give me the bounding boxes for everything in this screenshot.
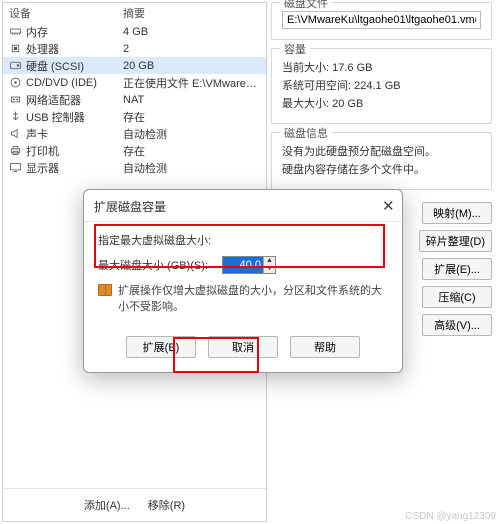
- hardware-label: 处理器: [26, 41, 59, 57]
- hardware-label: 硬盘 (SCSI): [26, 58, 84, 74]
- capacity-title: 容量: [280, 41, 310, 57]
- hardware-value: NAT: [123, 94, 260, 106]
- printer-icon: [9, 144, 22, 157]
- hardware-row[interactable]: USB 控制器 存在: [3, 108, 266, 125]
- hardware-value: 正在使用文件 E:\VMwareKu\Ce...: [123, 75, 260, 91]
- dialog-help-button[interactable]: 帮助: [290, 336, 360, 358]
- add-hardware-button[interactable]: 添加(A)...: [78, 495, 136, 515]
- dialog-close-button[interactable]: ✕: [376, 199, 392, 215]
- diskfile-path-field: [282, 11, 481, 29]
- dialog-expand-button[interactable]: 扩展(E): [126, 336, 196, 358]
- compact-button[interactable]: 压缩(C): [422, 286, 492, 308]
- hardware-row[interactable]: CD/DVD (IDE) 正在使用文件 E:\VMwareKu\Ce...: [3, 74, 266, 91]
- usb-icon: [9, 110, 22, 123]
- hardware-label: 内存: [26, 24, 48, 40]
- diskinfo-title: 磁盘信息: [280, 125, 332, 141]
- hardware-label: USB 控制器: [26, 109, 85, 125]
- capacity-free: 系统可用空间: 224.1 GB: [282, 77, 481, 93]
- capacity-max: 最大大小: 20 GB: [282, 95, 481, 111]
- nic-icon: [9, 93, 22, 106]
- watermark-text: CSDN @yang12309: [405, 511, 496, 522]
- hardware-value: 自动检测: [123, 160, 260, 176]
- hardware-label: 显示器: [26, 160, 59, 176]
- hardware-row[interactable]: 打印机 存在: [3, 142, 266, 159]
- disk-icon: [9, 59, 22, 72]
- expand-button[interactable]: 扩展(E)...: [422, 258, 492, 280]
- dialog-hint: 扩展操作仅增大虚拟磁盘的大小，分区和文件系统的大小不受影响。: [118, 282, 388, 314]
- hardware-row[interactable]: 显示器 自动检测: [3, 159, 266, 176]
- advanced-button[interactable]: 高级(V)...: [422, 314, 492, 336]
- dialog-title: 扩展磁盘容量: [94, 198, 166, 215]
- dialog-instruction: 指定最大虚拟磁盘大小:: [98, 232, 388, 248]
- memory-icon: [9, 25, 22, 38]
- hardware-value: 自动检测: [123, 126, 260, 142]
- max-size-label: 最大磁盘大小 (GB)(S):: [98, 257, 218, 273]
- info-icon: [98, 284, 112, 296]
- display-icon: [9, 161, 22, 174]
- diskinfo-line1: 没有为此硬盘预分配磁盘空间。: [282, 143, 481, 159]
- spin-buttons[interactable]: ▲▼: [263, 257, 275, 273]
- dialog-cancel-button[interactable]: 取消: [208, 336, 278, 358]
- hardware-label: 打印机: [26, 143, 59, 159]
- hardware-label: CD/DVD (IDE): [26, 77, 97, 89]
- defrag-button[interactable]: 碎片整理(D): [419, 230, 492, 252]
- diskinfo-line2: 硬盘内容存储在多个文件中。: [282, 161, 481, 177]
- hardware-list-header: 设备 摘要: [3, 3, 266, 23]
- diskfile-title: 磁盘文件: [280, 0, 332, 11]
- hardware-row[interactable]: 硬盘 (SCSI) 20 GB: [3, 57, 266, 74]
- hardware-row[interactable]: 声卡 自动检测: [3, 125, 266, 142]
- hardware-row[interactable]: 内存 4 GB: [3, 23, 266, 40]
- expand-disk-dialog: 扩展磁盘容量 ✕ 指定最大虚拟磁盘大小: 最大磁盘大小 (GB)(S): ▲▼ …: [83, 189, 403, 373]
- capacity-current: 当前大小: 17.6 GB: [282, 59, 481, 75]
- hardware-row[interactable]: 网络适配器 NAT: [3, 91, 266, 108]
- capacity-group: 容量 当前大小: 17.6 GB 系统可用空间: 224.1 GB 最大大小: …: [271, 48, 492, 124]
- col-summary: 摘要: [123, 5, 145, 21]
- hardware-row[interactable]: 处理器 2: [3, 40, 266, 57]
- hardware-label: 声卡: [26, 126, 48, 142]
- cpu-icon: [9, 42, 22, 55]
- map-button[interactable]: 映射(M)...: [422, 202, 492, 224]
- hardware-value: 4 GB: [123, 26, 260, 38]
- hardware-value: 20 GB: [123, 60, 260, 72]
- hardware-label: 网络适配器: [26, 92, 81, 108]
- diskinfo-group: 磁盘信息 没有为此硬盘预分配磁盘空间。 硬盘内容存储在多个文件中。: [271, 132, 492, 190]
- cd-icon: [9, 76, 22, 89]
- hardware-value: 存在: [123, 109, 260, 125]
- hardware-list-footer: 添加(A)... 移除(R): [3, 488, 266, 521]
- diskfile-group: 磁盘文件: [271, 2, 492, 40]
- col-device: 设备: [9, 5, 123, 21]
- remove-hardware-button[interactable]: 移除(R): [142, 495, 191, 515]
- hardware-value: 2: [123, 43, 260, 55]
- hardware-value: 存在: [123, 143, 260, 159]
- sound-icon: [9, 127, 22, 140]
